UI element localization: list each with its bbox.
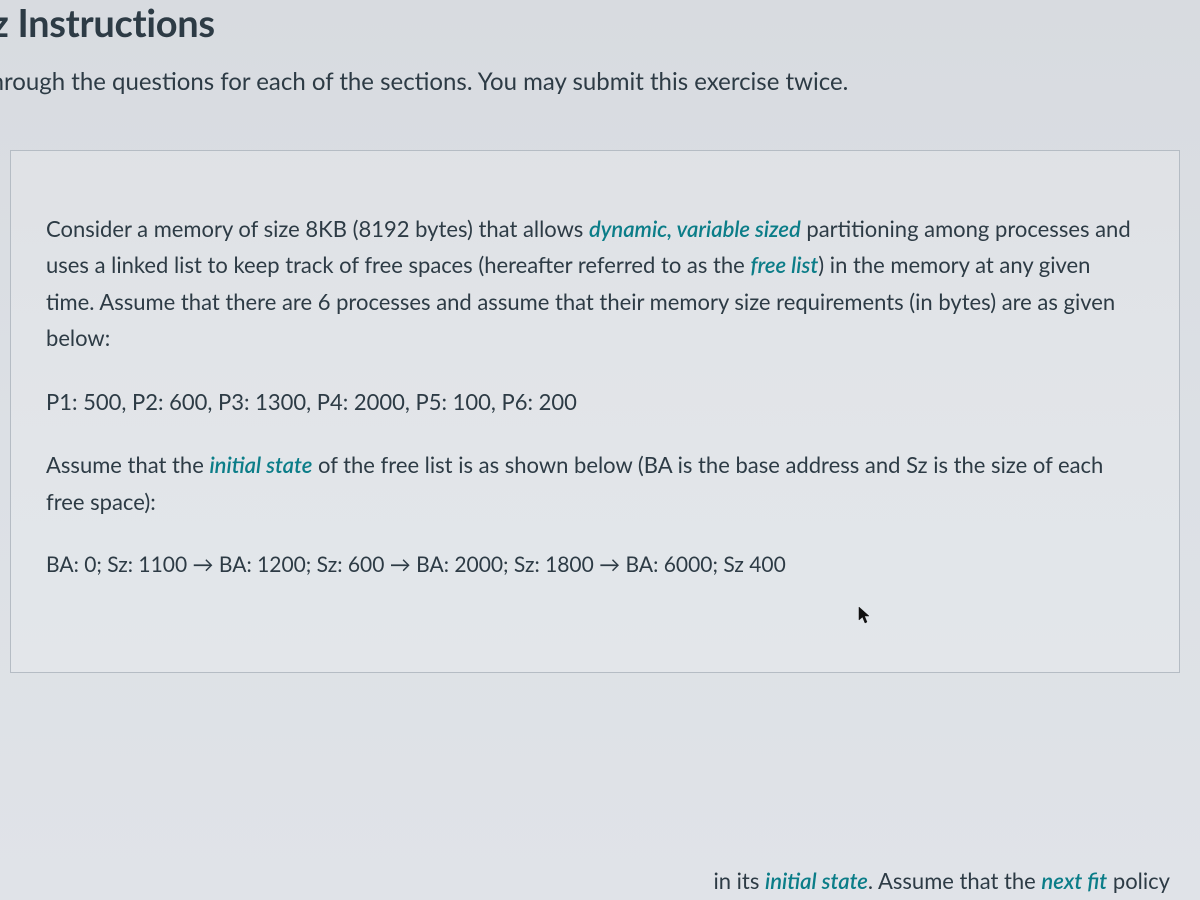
para1-em-freelist: free list	[750, 251, 818, 278]
question-paragraph-1: Consider a memory of size 8KB (8192 byte…	[46, 211, 1144, 356]
bottom-em-next-fit: next fit	[1041, 867, 1107, 894]
process-requirements-line: P1: 500, P2: 600, P3: 1300, P4: 2000, P5…	[46, 384, 1144, 419]
bottom-text-fragment: in its initial state. Assume that the ne…	[713, 867, 1170, 894]
bottom-em-initial-state: initial state	[765, 867, 868, 894]
para2-em-initial-state: initial state	[209, 451, 312, 478]
para1-pre: Consider a memory of size 8KB (8192 byte…	[46, 215, 589, 242]
bottom-mid: . Assume that the	[868, 867, 1042, 894]
para1-em-dynamic: dynamic, variable sized	[589, 215, 801, 242]
instructions-text: through the questions for each of the se…	[0, 64, 1200, 100]
bottom-post: policy	[1107, 867, 1170, 894]
page-title: iz Instructions	[0, 0, 1200, 64]
para2-pre: Assume that the	[46, 451, 209, 478]
question-paragraph-2: Assume that the initial state of the fre…	[46, 447, 1144, 520]
free-list-chain: BA: 0; Sz: 1100 → BA: 1200; Sz: 600 → BA…	[46, 548, 1144, 582]
question-box: Consider a memory of size 8KB (8192 byte…	[10, 150, 1180, 673]
bottom-pre: in its	[713, 867, 765, 894]
